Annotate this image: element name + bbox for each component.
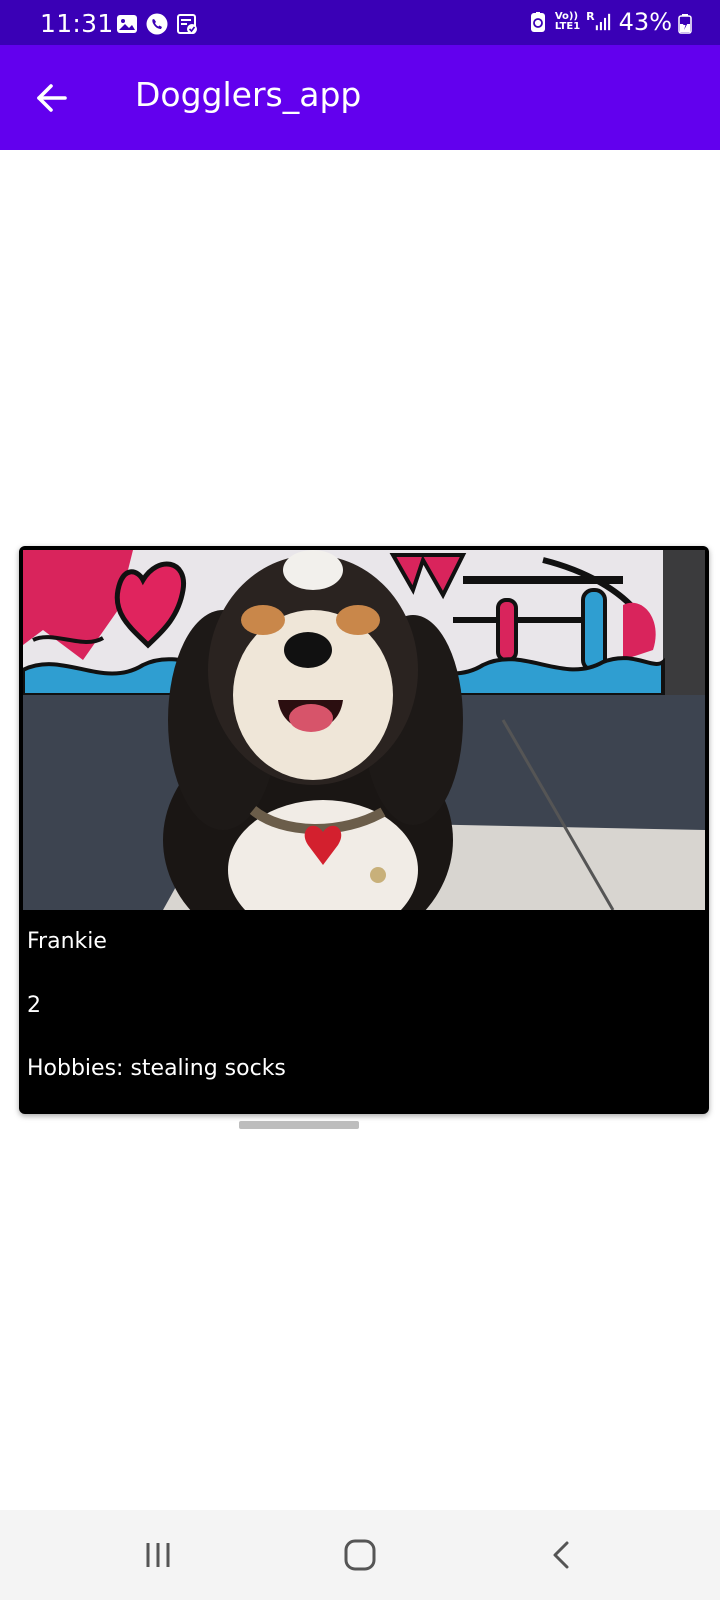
- dog-hobbies: Hobbies: stealing socks: [27, 1056, 286, 1081]
- status-time: 11:31: [40, 9, 114, 38]
- battery-icon: [678, 14, 692, 34]
- status-bar: 11:31 Vo)) LTE1 R 43%: [0, 0, 720, 45]
- gallery-icon: [117, 15, 137, 33]
- nav-back-button[interactable]: [532, 1530, 592, 1580]
- battery-percent: 43%: [618, 8, 672, 36]
- home-button[interactable]: [330, 1530, 390, 1580]
- dog-photo: [23, 550, 705, 910]
- dog-age: 2: [27, 993, 41, 1018]
- roaming-label: R: [586, 10, 595, 23]
- back-button[interactable]: [28, 75, 74, 121]
- home-icon: [344, 1539, 376, 1571]
- roaming-indicator: R: [586, 11, 612, 33]
- signal-icon: [595, 13, 610, 31]
- task-icon: [177, 14, 197, 34]
- volte-indicator: Vo)) LTE1: [555, 12, 580, 32]
- recents-button[interactable]: [128, 1530, 188, 1580]
- recents-icon: [146, 1543, 170, 1567]
- status-notification-icons: [116, 13, 198, 35]
- horizontal-scrollbar[interactable]: [239, 1121, 359, 1129]
- phone-call-icon: [146, 13, 168, 35]
- system-navigation-bar: [0, 1510, 720, 1600]
- status-system-icons: Vo)) LTE1 R 43%: [527, 8, 672, 36]
- dog-name: Frankie: [27, 929, 107, 954]
- dog-card[interactable]: Frankie 2 Hobbies: stealing socks: [19, 546, 709, 1114]
- arrow-back-icon: [37, 84, 67, 112]
- volte-label-bottom: LTE1: [554, 21, 581, 32]
- page-title: Dogglers_app: [135, 75, 362, 114]
- nav-back-icon: [553, 1541, 569, 1569]
- app-bar: Dogglers_app: [0, 45, 720, 150]
- data-saver-icon: [530, 12, 545, 32]
